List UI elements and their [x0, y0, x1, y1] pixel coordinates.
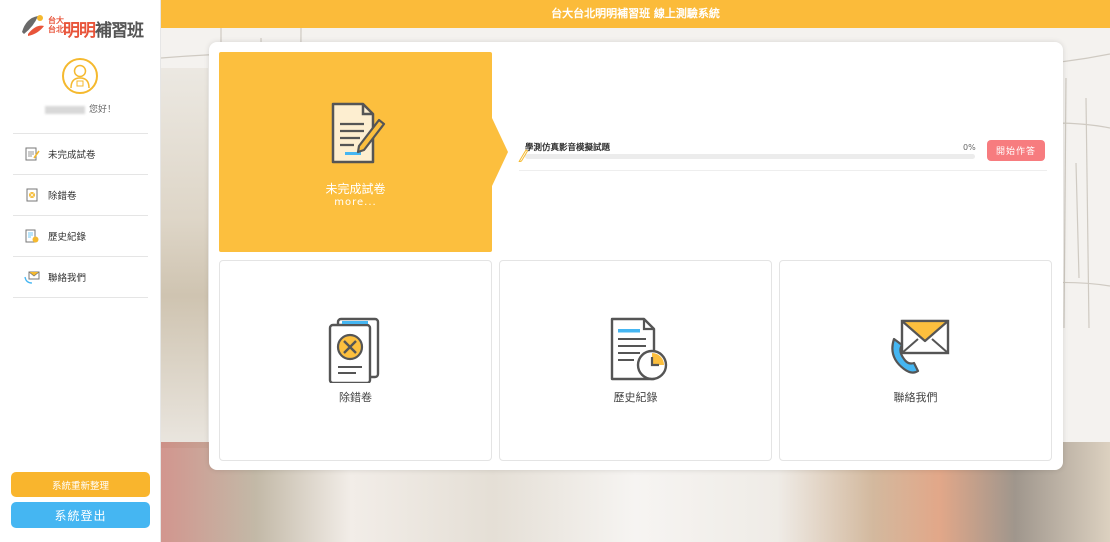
- exam-list-item: 學測仿真影音模擬試題 0% 開始作答: [518, 138, 1047, 171]
- wrong-answer-icon: [24, 187, 40, 203]
- pencil-icon: [518, 149, 528, 162]
- contact-icon: [891, 319, 950, 374]
- logo-text: 明明補習班: [63, 21, 144, 41]
- sidebar-item-history[interactable]: 歷史紀錄: [13, 215, 148, 256]
- wrong-answer-icon: [328, 317, 380, 383]
- exam-edit-icon: [331, 102, 386, 164]
- system-refresh-button[interactable]: 系統重新整理: [11, 472, 150, 497]
- user-greeting: 您好！: [0, 102, 161, 115]
- user-avatar-icon: [70, 64, 90, 89]
- feature-more-link[interactable]: more...: [219, 197, 492, 208]
- tile-label: 除錯卷: [339, 391, 372, 404]
- tile-wrong-answers[interactable]: 除錯卷: [219, 260, 492, 461]
- logout-button[interactable]: 系統登出: [11, 502, 150, 528]
- exam-edit-icon: [24, 146, 40, 162]
- exam-progress-bar: [525, 154, 975, 159]
- sidebar-nav: 未完成試卷 除錯卷 歷史紀錄 聯絡我們: [13, 133, 148, 298]
- top-title-bar: 台大台北明明補習班 線上測驗系統: [161, 0, 1110, 28]
- tile-label: 歷史紀錄: [613, 391, 658, 404]
- logo-small-text: 台大 台北: [48, 16, 64, 34]
- feature-title: 未完成試卷: [325, 182, 386, 196]
- contact-icon: [24, 269, 40, 285]
- history-icon: [24, 228, 40, 244]
- tile-contact[interactable]: 聯絡我們: [779, 260, 1052, 461]
- history-icon: [610, 317, 668, 381]
- logo[interactable]: 台大 台北 明明補習班: [18, 12, 148, 42]
- sidebar-item-unfinished-exams[interactable]: 未完成試卷: [13, 133, 148, 174]
- main-panel: 未完成試卷 more... 學測仿真影音模擬試題 0% 開始作答 除錯卷 歷史紀…: [209, 42, 1063, 470]
- unfinished-exams-card[interactable]: 未完成試卷 more...: [219, 52, 508, 252]
- exam-name: 學測仿真影音模擬試題: [525, 143, 611, 153]
- logo-leaf-icon: [22, 15, 44, 36]
- avatar: [62, 58, 98, 94]
- sidebar-item-wrong-answers[interactable]: 除錯卷: [13, 174, 148, 215]
- sidebar: 台大 台北 明明補習班 您好！ 未完成試卷 除錯卷 歷史紀錄 聯絡我們 系統重新…: [0, 0, 161, 542]
- username-blurred: [44, 105, 85, 114]
- start-exam-button[interactable]: 開始作答: [987, 140, 1045, 161]
- exam-progress-text: 0%: [963, 143, 976, 152]
- tile-history[interactable]: 歷史紀錄: [499, 260, 772, 461]
- tile-label: 聯絡我們: [893, 391, 938, 404]
- sidebar-item-contact[interactable]: 聯絡我們: [13, 256, 148, 298]
